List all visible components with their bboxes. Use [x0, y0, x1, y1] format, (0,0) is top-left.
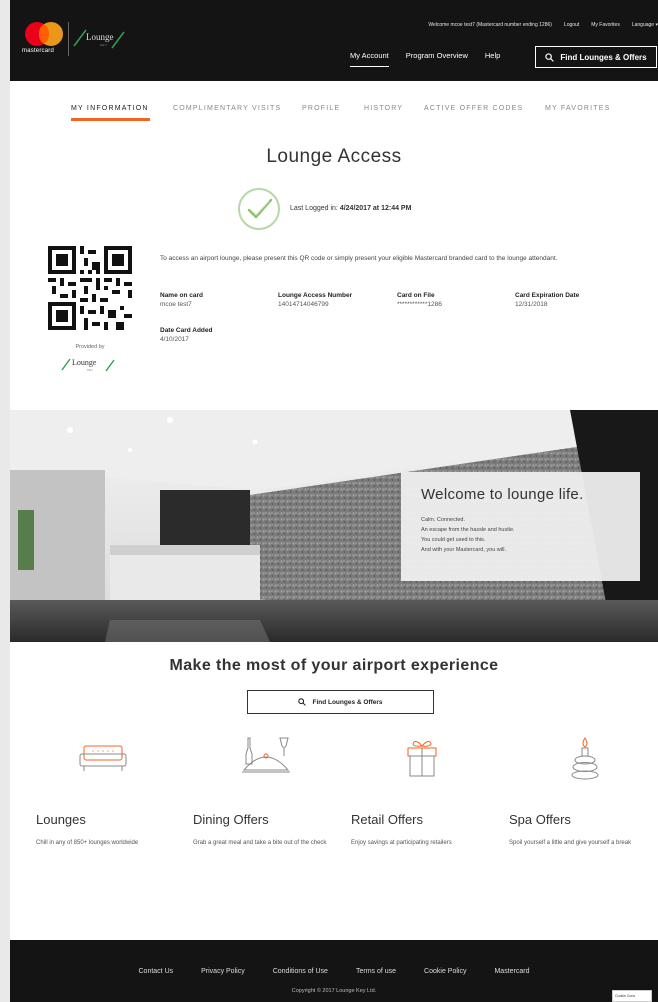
feature-desc-lounges: Chill in any of 850+ lounges worldwide	[36, 840, 139, 846]
footer-cookie-policy[interactable]: Cookie Policy	[424, 968, 466, 975]
tab-profile[interactable]: PROFILE	[302, 105, 340, 112]
loungekey-small-logo: Lounge KEY	[60, 354, 120, 374]
tab-history[interactable]: HISTORY	[364, 105, 403, 112]
account-tabs: MY INFORMATION COMPLIMENTARY VISITS PROF…	[10, 105, 658, 125]
feature-desc-spa: Spoil yourself a little and give yoursel…	[509, 840, 632, 846]
tab-my-favorites[interactable]: MY FAVORITES	[545, 105, 611, 112]
feature-title-lounges[interactable]: Lounges	[36, 812, 86, 827]
main-nav: My Account Program Overview Help	[350, 47, 517, 67]
gift-icon	[407, 740, 437, 777]
welcome-heading: Welcome to lounge life.	[421, 486, 584, 503]
language-dropdown[interactable]: Language ▾	[632, 22, 658, 28]
page-title: Lounge Access	[266, 146, 402, 167]
mastercard-wordmark: mastercard	[22, 48, 55, 54]
search-icon	[545, 52, 555, 62]
tab-complimentary-visits[interactable]: COMPLIMENTARY VISITS	[173, 105, 281, 112]
lounge-access-number-field: Lounge Access Number 14014714046799	[278, 292, 353, 308]
footer-privacy-policy[interactable]: Privacy Policy	[201, 968, 245, 975]
welcome-line: And with your Mastercard, you will.	[421, 547, 506, 553]
site-footer: Contact Us Privacy Policy Conditions of …	[10, 940, 658, 1002]
nav-my-account[interactable]: My Account	[350, 47, 389, 67]
find-lounges-label: Find Lounges & Offers	[560, 52, 647, 62]
last-logged-value: 4/24/2017 at 12:44 PM	[339, 205, 412, 212]
logo-divider	[68, 22, 69, 56]
find-lounges-offers-button[interactable]: Find Lounges & Offers	[247, 690, 434, 714]
active-tab-indicator	[71, 118, 150, 121]
feature-desc-dining: Grab a great meal and take a bite out of…	[193, 840, 327, 846]
footer-links: Contact Us Privacy Policy Conditions of …	[10, 968, 658, 975]
welcome-line: Calm. Connected.	[421, 517, 466, 523]
welcome-line: You could get used to this.	[421, 537, 486, 543]
feature-title-dining[interactable]: Dining Offers	[193, 812, 269, 827]
tab-my-information[interactable]: MY INFORMATION	[71, 105, 149, 112]
find-lounges-button[interactable]: Find Lounges & Offers	[535, 46, 657, 68]
welcome-panel: Welcome to lounge life. Calm. Connected.…	[401, 472, 640, 581]
qr-code	[48, 246, 132, 330]
footer-mastercard[interactable]: Mastercard	[494, 968, 529, 975]
feature-title-spa[interactable]: Spa Offers	[509, 812, 571, 827]
card-expiration-field: Card Expiration Date 12/31/2018	[515, 292, 580, 308]
copyright: Copyright © 2017 Lounge Key Ltd.	[291, 988, 377, 994]
cookie-consent-tab[interactable]: Cookie Cons	[612, 990, 652, 1002]
mastercard-logo[interactable]: mastercard	[22, 22, 70, 58]
name-on-card-field: Name on card mcoe test7	[160, 292, 203, 308]
footer-conditions-of-use[interactable]: Conditions of Use	[273, 968, 328, 975]
access-instructions: To access an airport lounge, please pres…	[160, 255, 558, 262]
tab-active-offer-codes[interactable]: ACTIVE OFFER CODES	[424, 105, 523, 112]
nav-program-overview[interactable]: Program Overview	[406, 47, 468, 64]
site-header: mastercard Lounge KEY Welcome mcoe test7…	[10, 0, 658, 81]
nav-help[interactable]: Help	[485, 47, 500, 64]
welcome-text: Welcome mcoe test7 (Mastercard number en…	[428, 22, 552, 28]
card-on-file-field: Card on File ************1286	[397, 292, 442, 308]
search-icon	[298, 698, 307, 706]
section-title: Make the most of your airport experience	[169, 657, 499, 674]
checkmark-icon	[238, 188, 280, 230]
dining-icon	[242, 737, 290, 773]
feature-title-retail[interactable]: Retail Offers	[351, 812, 423, 827]
spa-stones-icon	[571, 737, 599, 780]
my-favorites-link[interactable]: My Favorites	[591, 22, 620, 28]
provided-by-label: Provided by	[75, 344, 105, 350]
feature-desc-retail: Enjoy savings at participating retailers	[351, 840, 452, 846]
last-logged-in: Last Logged in: 4/24/2017 at 12:44 PM	[290, 205, 412, 212]
welcome-line: An escape from the hassle and hustle.	[421, 527, 515, 533]
utility-nav: Welcome mcoe test7 (Mastercard number en…	[428, 22, 658, 28]
footer-contact-us[interactable]: Contact Us	[139, 968, 174, 975]
sofa-icon	[79, 745, 127, 771]
footer-terms-of-use[interactable]: Terms of use	[356, 968, 396, 975]
logout-link[interactable]: Logout	[564, 22, 579, 28]
loungekey-logo[interactable]: Lounge KEY	[72, 24, 132, 56]
page: mastercard Lounge KEY Welcome mcoe test7…	[10, 0, 658, 1002]
date-card-added-field: Date Card Added 4/10/2017	[160, 327, 213, 343]
